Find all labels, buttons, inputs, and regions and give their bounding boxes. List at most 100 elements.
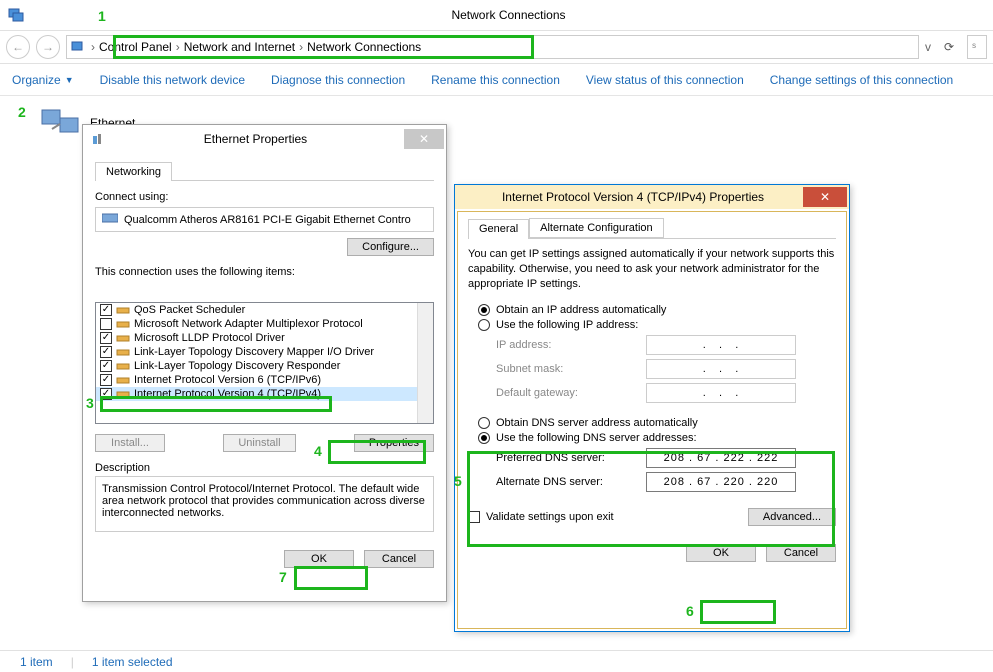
tabs: General Alternate Configuration [468,218,836,239]
marker-4: 4 [314,443,322,459]
tab-general[interactable]: General [468,219,529,239]
breadcrumb-item[interactable]: Network Connections [307,40,421,54]
chevron-right-icon[interactable]: › [176,40,180,54]
protocol-label: Microsoft LLDP Protocol Driver [134,332,285,344]
window-titlebar: Network Connections [0,0,993,30]
refresh-button[interactable]: ⟳ [937,35,961,59]
tab-networking[interactable]: Networking [95,162,172,181]
dialog-titlebar[interactable]: Internet Protocol Version 4 (TCP/IPv4) P… [455,185,849,209]
cmd-view-status[interactable]: View status of this connection [586,73,744,87]
nic-icon [102,212,118,227]
protocol-icon [116,304,130,316]
radio-icon [478,319,490,331]
checkbox-icon[interactable]: ✓ [100,304,112,316]
scrollbar[interactable] [417,303,433,423]
breadcrumb-item[interactable]: Control Panel [99,40,172,54]
protocol-label: Internet Protocol Version 4 (TCP/IPv4) [134,388,321,400]
radio-label: Use the following IP address: [496,319,638,331]
radio-label: Obtain an IP address automatically [496,304,666,316]
marker-3: 3 [86,395,94,411]
checkbox-icon[interactable]: ✓ [100,388,112,400]
folder-icon [71,39,87,56]
checkbox-icon[interactable]: ✓ [100,346,112,358]
chevron-right-icon[interactable]: › [299,40,303,54]
install-button[interactable]: Install... [95,434,165,452]
checkbox-icon [468,511,480,523]
radio-dns-auto[interactable]: Obtain DNS server address automatically [478,417,836,429]
radio-label: Use the following DNS server addresses: [496,432,697,444]
cmd-diagnose[interactable]: Diagnose this connection [271,73,405,87]
ok-button[interactable]: OK [686,544,756,562]
radio-dns-manual[interactable]: Use the following DNS server addresses: [478,432,836,444]
checkbox-icon[interactable]: ✓ [100,374,112,386]
marker-5: 5 [454,473,462,489]
protocol-row[interactable]: ✓Link-Layer Topology Discovery Responder [96,359,433,373]
configure-button[interactable]: Configure... [347,238,434,256]
ethernet-properties-dialog: Ethernet Properties ✕ Networking Connect… [82,124,447,602]
advanced-button[interactable]: Advanced... [748,508,836,526]
validate-checkbox[interactable]: Validate settings upon exit [468,511,614,523]
protocol-label: QoS Packet Scheduler [134,304,245,316]
organize-label: Organize [12,73,61,87]
alt-dns-label: Alternate DNS server: [496,476,646,488]
cmd-rename[interactable]: Rename this connection [431,73,560,87]
network-connections-icon [8,6,24,25]
uninstall-button[interactable]: Uninstall [223,434,295,452]
checkbox-icon[interactable] [100,318,112,330]
radio-icon [478,304,490,316]
tab-alternate[interactable]: Alternate Configuration [529,218,664,238]
protocol-row[interactable]: ✓ Internet Protocol Version 4 (TCP/IPv4) [96,387,433,401]
gateway-field: . . . [646,383,796,403]
organize-menu[interactable]: Organize ▼ [12,73,74,87]
marker-2: 2 [18,104,26,120]
adapter-name: Qualcomm Atheros AR8161 PCI-E Gigabit Et… [124,214,411,226]
properties-button[interactable]: Properties [354,434,434,452]
dialog-title: Internet Protocol Version 4 (TCP/IPv4) P… [463,190,803,204]
cmd-disable[interactable]: Disable this network device [100,73,245,87]
checkbox-icon[interactable]: ✓ [100,332,112,344]
radio-icon [478,432,490,444]
marker-6: 6 [686,603,694,619]
checkbox-icon[interactable]: ✓ [100,360,112,372]
protocol-row[interactable]: ✓ Link-Layer Topology Discovery Mapper I/… [96,345,433,359]
dropdown-chevron-icon[interactable]: v [925,40,931,54]
adapter-icon [91,130,107,149]
address-bar-row: ← → › Control Panel › Network and Intern… [0,30,993,64]
search-input[interactable]: ˢ [967,35,987,59]
protocol-row[interactable]: Microsoft Network Adapter Multiplexor Pr… [96,317,433,331]
protocol-label: Link-Layer Topology Discovery Mapper I/O… [134,346,374,358]
radio-label: Obtain DNS server address automatically [496,417,698,429]
radio-ip-manual[interactable]: Use the following IP address: [478,319,836,331]
info-text: You can get IP settings assigned automat… [468,247,836,292]
items-label: This connection uses the following items… [95,266,434,278]
protocol-icon [116,388,130,400]
radio-ip-auto[interactable]: Obtain an IP address automatically [478,304,836,316]
breadcrumb[interactable]: › Control Panel › Network and Internet ›… [66,35,919,59]
ip-address-label: IP address: [496,339,646,351]
ok-button[interactable]: OK [284,550,354,568]
pref-dns-label: Preferred DNS server: [496,452,646,464]
connect-using-label: Connect using: [95,191,434,203]
cancel-button[interactable]: Cancel [766,544,836,562]
cmd-change-settings[interactable]: Change settings of this connection [770,73,953,87]
forward-button[interactable]: → [36,35,60,59]
protocol-row[interactable]: ✓Internet Protocol Version 6 (TCP/IPv6) [96,373,433,387]
ip-address-field: . . . [646,335,796,355]
adapter-name-box[interactable]: Qualcomm Atheros AR8161 PCI-E Gigabit Et… [95,207,434,232]
breadcrumb-item[interactable]: Network and Internet [184,40,295,54]
pref-dns-field[interactable]: 208 . 67 . 222 . 222 [646,448,796,468]
close-button[interactable]: ✕ [404,129,444,149]
cancel-button[interactable]: Cancel [364,550,434,568]
dialog-titlebar[interactable]: Ethernet Properties ✕ [83,125,446,153]
command-bar: Organize ▼ Disable this network device D… [0,64,993,96]
radio-icon [478,417,490,429]
protocol-list[interactable]: ✓ QoS Packet SchedulerMicrosoft Network A… [95,302,434,424]
back-button[interactable]: ← [6,35,30,59]
close-button[interactable]: ✕ [803,187,847,207]
marker-1: 1 [98,8,106,24]
alt-dns-field[interactable]: 208 . 67 . 220 . 220 [646,472,796,492]
protocol-row[interactable]: ✓ QoS Packet Scheduler [96,303,433,317]
protocol-icon [116,374,130,386]
chevron-right-icon[interactable]: › [91,40,95,54]
protocol-row[interactable]: ✓ Microsoft LLDP Protocol Driver [96,331,433,345]
